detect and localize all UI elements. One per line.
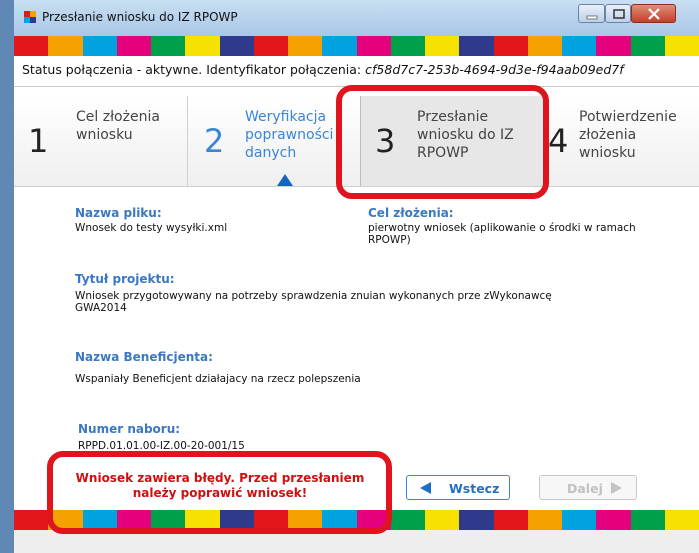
divider <box>14 86 699 87</box>
beneficiary-label: Nazwa Beneficjenta: <box>75 350 213 364</box>
minimize-button[interactable] <box>578 4 605 23</box>
stripe-segment <box>630 510 665 530</box>
arrow-right-icon <box>611 482 622 494</box>
title-bar[interactable]: Przesłanie wniosku do IZ RPOWP <box>14 0 699 36</box>
stripe-segment <box>596 510 631 530</box>
close-button[interactable] <box>631 4 676 23</box>
maximize-icon <box>613 9 625 19</box>
purpose-label: Cel złożenia: <box>368 206 454 220</box>
stripe-segment <box>151 36 186 56</box>
desktop-edge <box>0 0 14 553</box>
stripe-segment <box>493 510 528 530</box>
stripe-segment <box>493 36 528 56</box>
next-button[interactable]: Dalej <box>539 475 637 500</box>
stripe-segment <box>664 36 699 56</box>
footer-area <box>14 530 699 553</box>
step-label: Weryfikacja poprawności danych <box>245 109 334 161</box>
stripe-segment <box>48 510 83 530</box>
project-title-value: Wniosek przygotowywany na potrzeby spraw… <box>75 290 552 314</box>
step-2: 2 Weryfikacja poprawności danych <box>188 96 360 186</box>
purpose-value: pierwotny wniosek (aplikowanie o środki … <box>368 222 636 246</box>
step-label: Przesłanie wniosku do IZ RPOWP <box>417 109 514 161</box>
stripe-segment <box>527 36 562 56</box>
stripe-segment <box>116 36 151 56</box>
stripe-segment <box>48 36 83 56</box>
color-stripe-bottom <box>14 510 699 530</box>
stripe-segment <box>562 36 597 56</box>
call-number-label: Numer naboru: <box>78 422 181 436</box>
file-name-value: Wnosek do testy wysyłki.xml <box>75 222 228 234</box>
step-number: 1 <box>28 122 49 160</box>
step-1: 1 Cel złożenia wniosku <box>14 96 187 186</box>
stripe-segment <box>425 36 460 56</box>
status-label: Status połączenia - aktywne. Identyfikat… <box>22 62 362 77</box>
close-icon <box>648 8 660 20</box>
connection-status: Status połączenia - aktywne. Identyfikat… <box>22 62 624 77</box>
maximize-button[interactable] <box>605 4 631 23</box>
stripe-segment <box>14 510 49 530</box>
stripe-segment <box>219 510 254 530</box>
current-step-pointer <box>277 174 293 186</box>
stripe-segment <box>664 510 699 530</box>
stripe-segment <box>390 510 425 530</box>
step-label: Potwierdzenie złożenia wniosku <box>579 109 677 161</box>
stripe-segment <box>82 510 117 530</box>
step-number: 3 <box>375 122 396 160</box>
next-button-label: Dalej <box>567 481 603 496</box>
dialog-window: Przesłanie wniosku do IZ RPOWP Status po… <box>14 0 699 553</box>
stripe-segment <box>253 36 288 56</box>
stripe-segment <box>596 36 631 56</box>
beneficiary-value: Wspaniały Beneficjent działajacy na rzec… <box>75 373 361 385</box>
color-stripe-top <box>14 36 699 56</box>
error-message: Wniosek zawiera błędy. Przed przesłaniem… <box>75 471 365 500</box>
stripe-segment <box>185 36 220 56</box>
back-button[interactable]: Wstecz <box>406 475 510 500</box>
stripe-segment <box>253 510 288 530</box>
stripe-segment <box>288 36 323 56</box>
arrow-left-icon <box>420 482 431 494</box>
step-3: 3 Przesłanie wniosku do IZ RPOWP <box>360 96 548 186</box>
stripe-segment <box>527 510 562 530</box>
window-title: Przesłanie wniosku do IZ RPOWP <box>42 10 238 24</box>
stripe-segment <box>425 510 460 530</box>
minimize-icon <box>586 15 598 20</box>
project-title-label: Tytuł projektu: <box>75 272 175 286</box>
stripe-segment <box>219 36 254 56</box>
step-4: 4 Potwierdzenie złożenia wniosku <box>548 96 699 186</box>
connection-id: cf58d7c7-253b-4694-9d3e-f94aab09ed7f <box>365 62 624 77</box>
stripe-segment <box>82 36 117 56</box>
step-number: 2 <box>204 122 225 160</box>
stripe-segment <box>322 36 357 56</box>
step-number: 4 <box>548 122 569 160</box>
stripe-segment <box>356 510 391 530</box>
stripe-segment <box>390 36 425 56</box>
step-label: Cel złożenia wniosku <box>76 109 160 143</box>
stripe-segment <box>14 36 49 56</box>
stripe-segment <box>116 510 151 530</box>
stripe-segment <box>459 510 494 530</box>
stripe-segment <box>630 36 665 56</box>
stripe-segment <box>562 510 597 530</box>
wizard-steps: 1 Cel złożenia wniosku 2 Weryfikacja pop… <box>14 96 699 187</box>
stripe-segment <box>288 510 323 530</box>
stripe-segment <box>459 36 494 56</box>
back-button-label: Wstecz <box>449 481 500 496</box>
stripe-segment <box>151 510 186 530</box>
stripe-segment <box>356 36 391 56</box>
app-icon <box>24 11 36 23</box>
stripe-segment <box>185 510 220 530</box>
file-name-label: Nazwa pliku: <box>75 206 162 220</box>
call-number-value: RPPD.01.01.00-IZ.00-20-001/15 <box>78 440 245 452</box>
stripe-segment <box>322 510 357 530</box>
